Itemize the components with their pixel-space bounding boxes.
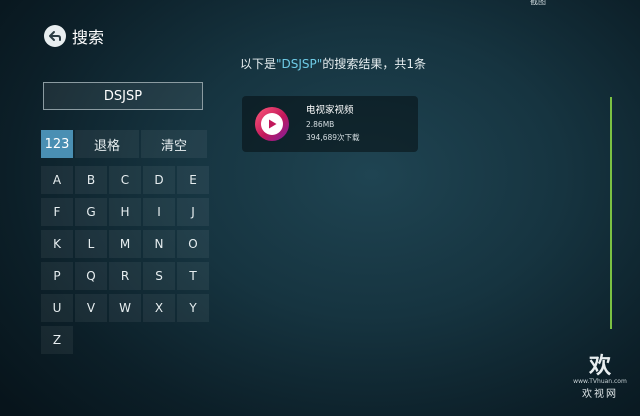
key-t[interactable]: T: [177, 262, 209, 290]
key-s[interactable]: S: [143, 262, 175, 290]
key-m[interactable]: M: [109, 230, 141, 258]
numeric-key[interactable]: 123: [41, 130, 73, 158]
keyboard-letter-grid: ABCDE FGHIJ KLMNO PQRST UVWXY Z: [41, 166, 209, 354]
key-c[interactable]: C: [109, 166, 141, 194]
clear-key[interactable]: 清空: [141, 130, 207, 158]
key-x[interactable]: X: [143, 294, 175, 322]
key-u[interactable]: U: [41, 294, 73, 322]
back-arrow-icon[interactable]: [44, 25, 66, 47]
key-b[interactable]: B: [75, 166, 107, 194]
result-keyword: "DSJSP": [276, 57, 323, 71]
scrollbar[interactable]: [610, 97, 612, 329]
watermark-text: 欢视网: [582, 389, 618, 400]
app-size: 2.86MB: [306, 120, 335, 129]
key-l[interactable]: L: [75, 230, 107, 258]
key-y[interactable]: Y: [177, 294, 209, 322]
watermark-logo: 欢: [588, 353, 611, 379]
search-input[interactable]: DSJSP: [43, 82, 203, 110]
app-result-card[interactable]: 电视家视频 2.86MB 394,689次下载: [242, 96, 418, 152]
backspace-key[interactable]: 退格: [75, 130, 139, 158]
key-e[interactable]: E: [177, 166, 209, 194]
header: 搜索: [44, 24, 104, 48]
key-k[interactable]: K: [41, 230, 73, 258]
result-suffix: 的搜索结果，共1条: [322, 57, 426, 71]
key-w[interactable]: W: [109, 294, 141, 322]
app-downloads: 394,689次下载: [306, 133, 360, 142]
key-j[interactable]: J: [177, 198, 209, 226]
app-logo: [255, 107, 289, 141]
key-r[interactable]: R: [109, 262, 141, 290]
result-prefix: 以下是: [240, 57, 277, 71]
on-screen-keyboard: 123 退格 清空 ABCDE FGHIJ KLMNO PQRST UVWXY Z: [41, 130, 209, 354]
result-summary: 以下是"DSJSP"的搜索结果，共1条: [240, 55, 426, 72]
key-v[interactable]: V: [75, 294, 107, 322]
key-h[interactable]: H: [109, 198, 141, 226]
key-a[interactable]: A: [41, 166, 73, 194]
app-logo-inner: [261, 113, 283, 135]
app-name: 电视家视频: [306, 105, 354, 116]
watermark: 欢 www.TVhuan.com 欢视网: [565, 354, 635, 400]
screenshot-label: 截图: [530, 0, 546, 6]
page-title: 搜索: [72, 28, 105, 47]
key-q[interactable]: Q: [75, 262, 107, 290]
watermark-url: www.TVhuan.com: [573, 378, 627, 385]
key-z[interactable]: Z: [41, 326, 73, 354]
app-info: 电视家视频 2.86MB 394,689次下载: [306, 104, 360, 144]
key-i[interactable]: I: [143, 198, 175, 226]
key-o[interactable]: O: [177, 230, 209, 258]
play-icon: [269, 119, 277, 129]
key-p[interactable]: P: [41, 262, 73, 290]
key-g[interactable]: G: [75, 198, 107, 226]
key-d[interactable]: D: [143, 166, 175, 194]
keyboard-function-row: 123 退格 清空: [41, 130, 209, 158]
key-n[interactable]: N: [143, 230, 175, 258]
back-arrow-glyph: [49, 31, 61, 41]
key-f[interactable]: F: [41, 198, 73, 226]
